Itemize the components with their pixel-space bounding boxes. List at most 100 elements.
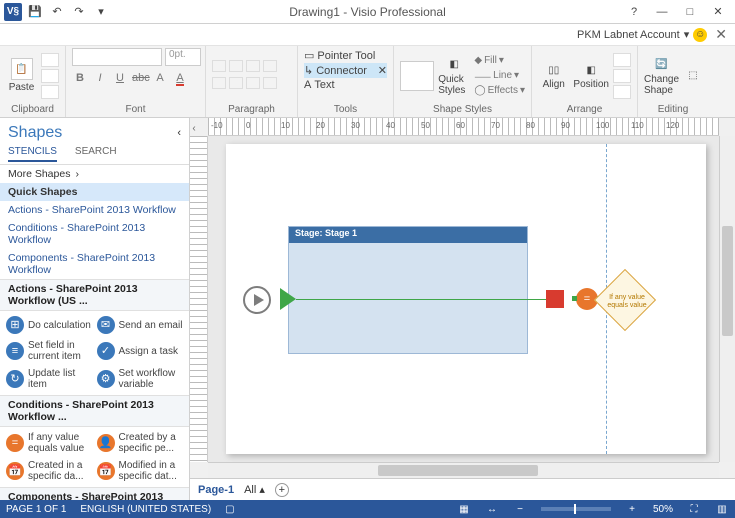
zoom-slider[interactable] (541, 507, 611, 511)
bring-front-button[interactable] (613, 53, 631, 67)
cut-button[interactable] (41, 53, 59, 67)
entry-arrow[interactable] (280, 288, 296, 310)
pointer-tool-button[interactable]: ▭Pointer Tool (304, 48, 387, 63)
bullets-button[interactable] (212, 77, 226, 89)
shape-created-by[interactable]: 👤Created by a specific pe... (97, 430, 184, 456)
copy-button[interactable] (41, 69, 59, 83)
font-size-combo[interactable]: 0pt. (165, 48, 201, 66)
shape-do-calculation[interactable]: ⊞Do calculation (6, 314, 93, 336)
account-dropdown-icon[interactable]: ▾ (684, 28, 690, 41)
redo-icon[interactable]: ↷ (70, 3, 88, 21)
section-components[interactable]: Components - SharePoint 2013 Workflo... (0, 487, 189, 500)
group-editing-label: Editing (644, 103, 702, 117)
fit-width-icon[interactable]: ↔ (485, 504, 499, 515)
all-pages-button[interactable]: All ▴ (244, 483, 265, 496)
smile-icon[interactable]: ☺ (693, 28, 707, 42)
text-icon: A (304, 79, 311, 91)
align-center-button[interactable] (229, 60, 243, 72)
strike-button[interactable]: abc (132, 72, 148, 84)
account-name[interactable]: PKM Labnet Account (577, 29, 680, 41)
shape-created-date[interactable]: 📅Created in a specific da... (6, 458, 93, 484)
change-shape-button[interactable]: 🔄Change Shape (644, 56, 679, 96)
zoom-level[interactable]: 50% (653, 504, 673, 515)
indent-dec-button[interactable] (229, 77, 243, 89)
close-icon[interactable]: ✕ (705, 3, 731, 21)
font-family-combo[interactable] (72, 48, 162, 66)
stencil-actions[interactable]: Actions - SharePoint 2013 Workflow (0, 201, 189, 219)
shape-assign-task[interactable]: ✓Assign a task (97, 338, 184, 364)
vertical-scrollbar[interactable] (719, 136, 735, 462)
quick-styles-gallery[interactable] (400, 61, 434, 91)
shape-if-any-value[interactable]: =If any value equals value (6, 430, 93, 456)
save-icon[interactable]: 💾 (26, 3, 44, 21)
zoom-in-icon[interactable]: + (625, 504, 639, 515)
pointer-icon: ▭ (304, 49, 314, 62)
stop-terminator[interactable] (546, 290, 564, 308)
section-conditions[interactable]: Conditions - SharePoint 2013 Workflow ..… (0, 395, 189, 427)
ribbon-close-icon[interactable]: ✕ (715, 26, 727, 43)
align-top-button[interactable] (263, 60, 277, 72)
shape-modified-date[interactable]: 📅Modified in a specific dat... (97, 458, 184, 484)
status-language[interactable]: ENGLISH (UNITED STATES) (80, 504, 211, 515)
effects-button[interactable]: ◯ Effects ▾ (474, 85, 525, 96)
add-page-button[interactable]: + (275, 483, 289, 497)
position-button[interactable]: ◧Position (573, 61, 609, 90)
shape-update-list[interactable]: ↻Update list item (6, 366, 93, 392)
stencil-components[interactable]: Components - SharePoint 2013 Workflow (0, 249, 189, 279)
fill-button[interactable]: ◆ Fill ▾ (474, 55, 525, 66)
start-shape[interactable] (243, 286, 271, 314)
group-arrange-label: Arrange (538, 103, 631, 117)
tab-stencils[interactable]: STENCILS (8, 146, 57, 162)
align-left-button[interactable] (212, 60, 226, 72)
switch-windows-icon[interactable]: ▥ (715, 504, 729, 515)
italic-button[interactable]: I (92, 72, 108, 84)
horizontal-scrollbar[interactable] (208, 462, 719, 478)
minimize-icon[interactable]: — (649, 3, 675, 21)
text-tool-button[interactable]: AText (304, 78, 387, 92)
section-actions[interactable]: Actions - SharePoint 2013 Workflow (US .… (0, 279, 189, 311)
connector-icon: ↳ (304, 64, 313, 77)
page-tab-1[interactable]: Page-1 (198, 484, 234, 496)
indent-inc-button[interactable] (246, 77, 260, 89)
fit-page-icon[interactable]: ⛶ (687, 504, 701, 515)
more-shapes-link[interactable]: More Shapes › (0, 165, 189, 183)
font-grow-button[interactable]: A (152, 72, 168, 84)
bold-button[interactable]: B (72, 72, 88, 84)
quick-styles-button[interactable]: ◧Quick Styles (438, 56, 470, 96)
select-button[interactable]: ⬚ (683, 67, 703, 85)
horizontal-ruler: -10 0 10 20 30 40 50 60 70 80 90 100 110… (208, 118, 719, 136)
group-font-label: Font (72, 103, 199, 117)
text-direction-button[interactable] (263, 77, 277, 89)
status-page[interactable]: PAGE 1 OF 1 (6, 504, 66, 515)
selection-handle[interactable] (572, 296, 577, 301)
connector-line[interactable] (296, 299, 546, 300)
chevron-right-icon: › (75, 168, 79, 180)
stage-shape[interactable]: Stage: Stage 1 (288, 226, 528, 354)
tab-search[interactable]: SEARCH (75, 146, 117, 162)
record-macro-icon[interactable]: ▢ (225, 504, 234, 515)
shapes-collapse-icon[interactable]: ‹ (177, 127, 181, 139)
shape-set-field[interactable]: ≡Set field in current item (6, 338, 93, 364)
shape-set-variable[interactable]: ⚙Set workflow variable (97, 366, 184, 392)
group-button[interactable] (613, 85, 631, 99)
presentation-mode-icon[interactable]: ▦ (457, 504, 471, 515)
zoom-out-icon[interactable]: − (513, 504, 527, 515)
align-button[interactable]: ▯▯Align (538, 61, 569, 90)
maximize-icon[interactable]: □ (677, 3, 703, 21)
line-button[interactable]: ⸺ Line ▾ (474, 68, 525, 83)
quick-shapes-link[interactable]: Quick Shapes (0, 183, 189, 201)
format-painter-button[interactable] (41, 85, 59, 99)
qat-dropdown-icon[interactable]: ▾ (92, 3, 110, 21)
underline-button[interactable]: U (112, 72, 128, 84)
stencil-conditions[interactable]: Conditions - SharePoint 2013 Workflow (0, 219, 189, 249)
undo-icon[interactable]: ↶ (48, 3, 66, 21)
help-icon[interactable]: ? (621, 3, 647, 21)
paste-button[interactable]: 📋 Paste (6, 58, 37, 93)
align-right-button[interactable] (246, 60, 260, 72)
send-back-button[interactable] (613, 69, 631, 83)
drawing-canvas[interactable]: Stage: Stage 1 = If any value equals val… (208, 136, 719, 462)
pane-collapse-icon[interactable]: ‹ (189, 120, 199, 136)
shape-send-email[interactable]: ✉Send an email (97, 314, 184, 336)
connector-tool-button[interactable]: ↳Connector✕ (304, 63, 387, 78)
font-color-button[interactable]: A (172, 72, 188, 84)
